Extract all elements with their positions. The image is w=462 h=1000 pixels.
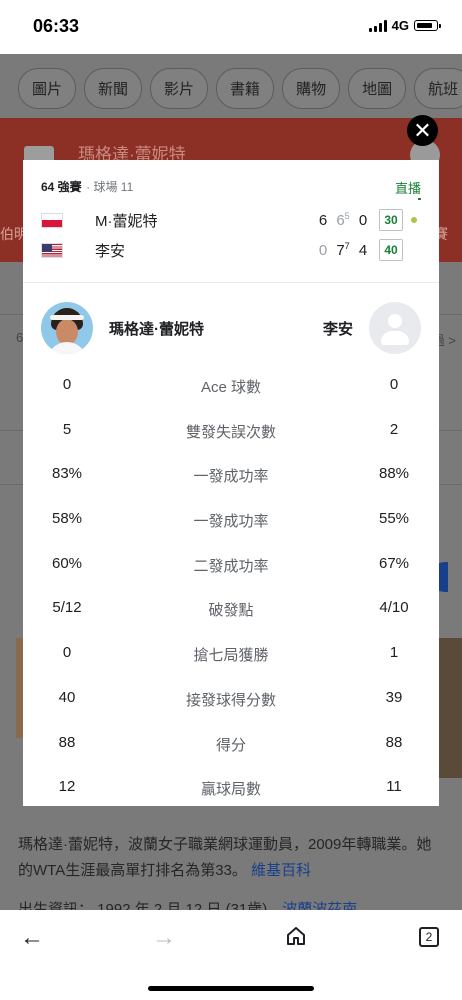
player-2-set-3: 4 xyxy=(358,241,368,259)
player-2-name: 李安 xyxy=(95,242,126,260)
home-indicator xyxy=(148,986,314,991)
bg-image-right xyxy=(438,638,462,778)
live-underline xyxy=(418,198,421,200)
tabs-button[interactable]: 2 xyxy=(419,927,439,947)
close-button[interactable]: ✕ xyxy=(407,115,438,146)
status-bar: 06:33 4G xyxy=(0,0,462,54)
player-1-avatar xyxy=(41,302,93,354)
stats-header: 瑪格達·蕾妮特 李安 xyxy=(41,302,421,354)
stat-row: 12 贏球局數 11 xyxy=(23,778,439,802)
player-1-name: M·蕾妮特 xyxy=(95,212,158,230)
player-1-set-1: 6 xyxy=(318,211,328,229)
browser-bottom-bar: ← → 2 xyxy=(0,910,462,1000)
chip-news[interactable]: 新聞 xyxy=(84,68,143,109)
player-1-set-2: 65 xyxy=(336,211,350,229)
stat-row: 40 接發球得分數 39 xyxy=(23,689,439,713)
player-2-sets: 0 77 4 40 xyxy=(313,237,403,263)
chip-shopping[interactable]: 購物 xyxy=(282,68,341,109)
stat-row: 0 Ace 球數 0 xyxy=(23,376,439,400)
stat-row: 0 搶七局獲勝 1 xyxy=(23,644,439,668)
serve-indicator-icon xyxy=(411,217,417,223)
home-icon[interactable] xyxy=(286,926,306,946)
forward-arrow-icon[interactable]: → xyxy=(152,924,176,952)
stats-player-right-name: 李安 xyxy=(322,321,353,338)
stat-row: 5 雙發失誤次數 2 xyxy=(23,421,439,445)
match-stats-card: 64 強賽 · 球場 11 直播 M·蕾妮特 6 65 0 30 李安 0 77… xyxy=(23,160,439,806)
player-1-set-3: 0 xyxy=(358,211,368,229)
score-row-player-1: M·蕾妮特 6 65 0 30 xyxy=(41,207,421,233)
player-1-sets: 6 65 0 30 xyxy=(313,207,417,233)
birth-label: 出生資訊： 1992 年 2 月 12 日 (31歲)， xyxy=(18,901,283,910)
status-indicators: 4G xyxy=(368,18,441,33)
stat-right-value: 1 xyxy=(389,644,399,661)
bg-birth-info: 出生資訊： 1992 年 2 月 12 日 (31歲)，波蘭波茲南 xyxy=(18,898,357,910)
stat-row: 88 得分 88 xyxy=(23,734,439,758)
player-2-game-score: 40 xyxy=(379,239,403,261)
status-time: 06:33 xyxy=(33,16,80,36)
stat-right-value: 39 xyxy=(385,689,403,706)
stat-right-value: 0 xyxy=(389,376,399,393)
live-status: 直播 xyxy=(394,181,421,196)
score-row-player-2: 李安 0 77 4 40 xyxy=(41,237,421,263)
stat-right-value: 11 xyxy=(386,778,402,795)
stat-row: 83% 一發成功率 88% xyxy=(23,465,439,489)
stat-right-value: 88 xyxy=(385,734,403,751)
back-arrow-icon[interactable]: ← xyxy=(20,924,44,952)
stat-right-value: 4/10 xyxy=(379,599,409,616)
match-header: 64 強賽 · 球場 11 直播 xyxy=(41,178,421,200)
stat-row: 58% 一發成功率 55% xyxy=(23,510,439,534)
stat-right-value: 88% xyxy=(378,465,410,482)
stat-right-value: 2 xyxy=(389,421,399,438)
usa-flag-icon xyxy=(41,242,63,258)
wikipedia-link[interactable]: 維基百科 xyxy=(251,862,311,879)
chip-books[interactable]: 書籍 xyxy=(216,68,275,109)
network-label: 4G xyxy=(391,18,409,33)
match-round: 64 強賽 xyxy=(41,180,82,194)
stat-right-value: 55% xyxy=(378,510,410,527)
player-2-set-1: 0 xyxy=(318,241,328,259)
card-divider xyxy=(23,282,439,283)
chip-maps[interactable]: 地圖 xyxy=(348,68,407,109)
match-court: · 球場 11 xyxy=(86,180,134,194)
chip-flights[interactable]: 航班 xyxy=(414,68,462,109)
stats-player-left-name: 瑪格達·蕾妮特 xyxy=(109,321,204,338)
battery-icon xyxy=(414,20,441,31)
poland-flag-icon xyxy=(41,212,63,228)
description-text: 瑪格達·蕾妮特，波蘭女子職業網球運動員，2009年轉職業。她的WTA生涯最高單打… xyxy=(18,836,432,879)
player-2-avatar-placeholder-icon xyxy=(369,302,421,354)
chip-videos[interactable]: 影片 xyxy=(150,68,209,109)
player-1-game-score: 30 xyxy=(379,209,403,231)
birthplace-link[interactable]: 波蘭波茲南 xyxy=(282,901,357,910)
stat-row: 5/12 破發點 4/10 xyxy=(23,599,439,623)
bg-description: 瑪格達·蕾妮特，波蘭女子職業網球運動員，2009年轉職業。她的WTA生涯最高單打… xyxy=(18,832,438,884)
chip-images[interactable]: 圖片 xyxy=(18,68,77,109)
stat-right-value: 67% xyxy=(378,555,410,572)
signal-icon xyxy=(368,19,387,32)
player-2-set-2: 77 xyxy=(336,241,350,259)
search-filter-chips: 圖片 新聞 影片 書籍 購物 地圖 航班 xyxy=(18,68,462,109)
stat-row: 60% 二發成功率 67% xyxy=(23,555,439,579)
